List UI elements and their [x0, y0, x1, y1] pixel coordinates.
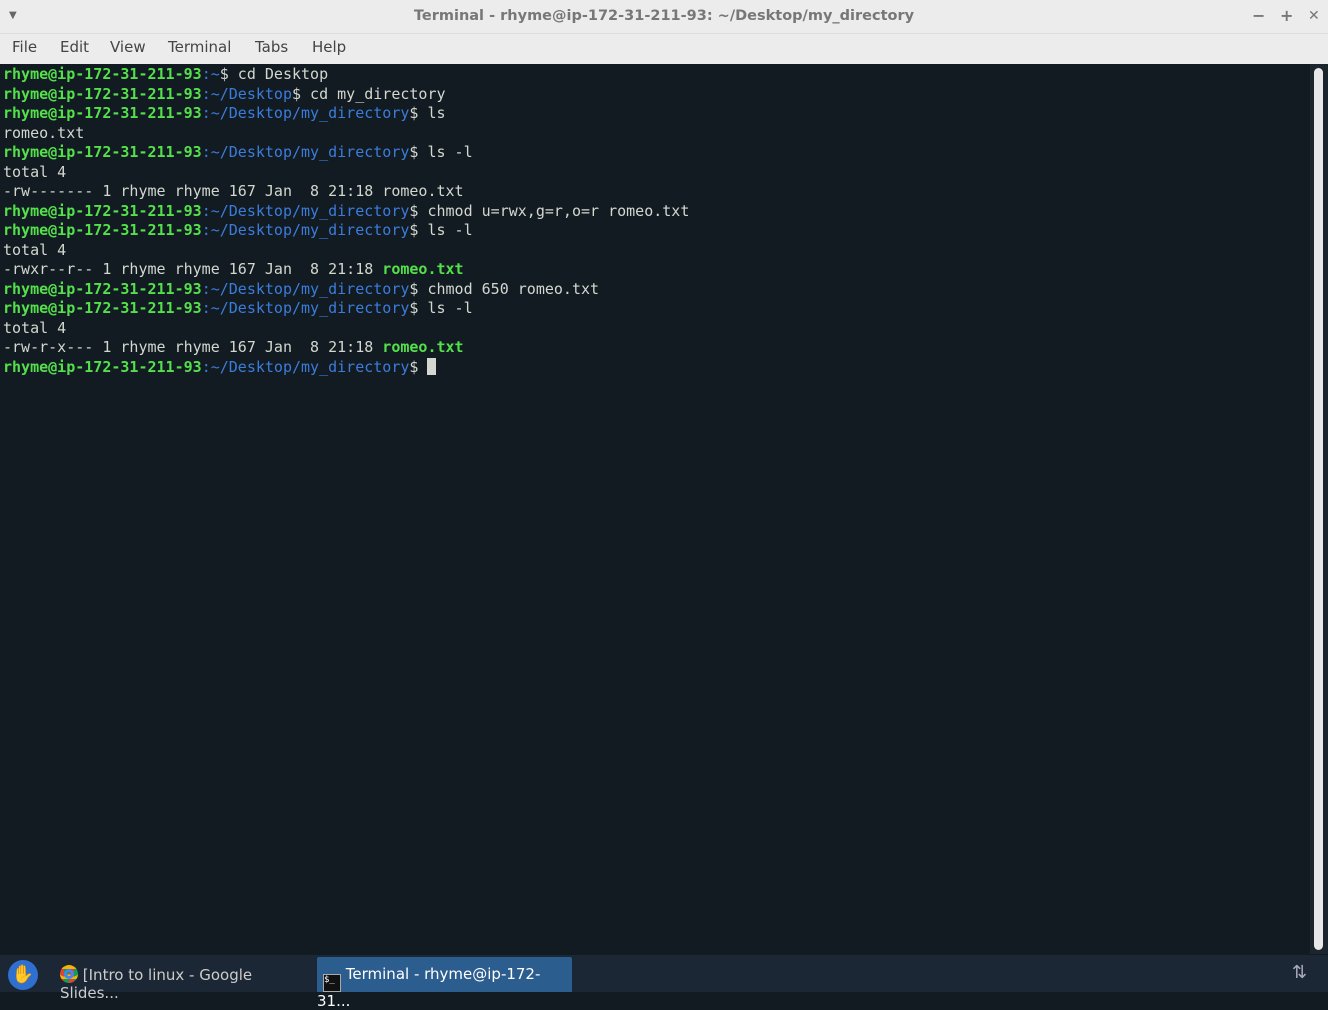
- terminal-text: -rw-r-x--- 1 rhyme rhyme 167 Jan 8 21:18: [3, 338, 383, 356]
- menu-help[interactable]: Help: [312, 38, 346, 56]
- prompt-path: :~/Desktop/my_directory: [201, 201, 410, 220]
- terminal-line: total 4: [3, 163, 1310, 183]
- prompt-path: :~/Desktop/my_directory: [201, 279, 410, 298]
- menu-tabs[interactable]: Tabs: [255, 38, 288, 56]
- terminal-icon: $_: [323, 974, 341, 992]
- terminal-line: romeo.txt: [3, 124, 1310, 144]
- prompt-user-host: rhyme@ip-172-31-211-93: [3, 104, 202, 122]
- prompt-user-host: rhyme@ip-172-31-211-93: [3, 279, 202, 298]
- terminal-line: total 4: [3, 241, 1310, 261]
- app-menu-icon[interactable]: ✋: [8, 960, 38, 990]
- prompt-path: :~: [201, 65, 220, 83]
- menu-bar: File Edit View Terminal Tabs Help: [0, 34, 1328, 64]
- minimize-button[interactable]: −: [1252, 6, 1265, 25]
- terminal-line: total 4: [3, 319, 1310, 339]
- prompt-user-host: romeo.txt: [382, 260, 464, 278]
- terminal-text: $ cd Desktop: [219, 65, 329, 83]
- terminal-line: rhyme@ip-172-31-211-93:~/Desktop/my_dire…: [3, 280, 1310, 300]
- taskbar-item-terminal[interactable]: $_ Terminal - rhyme@ip-172-31...: [317, 957, 572, 1010]
- taskbar-item-label: [Intro to linux - Google Slides...: [60, 966, 253, 1002]
- terminal-text: $ ls: [409, 104, 446, 122]
- terminal-line: rhyme@ip-172-31-211-93:~$ cd Desktop: [3, 65, 1310, 85]
- terminal-text: -rw------- 1 rhyme rhyme 167 Jan 8 21:18…: [3, 182, 464, 200]
- chrome-icon: [60, 965, 78, 983]
- prompt-path: :~/Desktop/my_directory: [201, 104, 410, 122]
- terminal-line: -rw-r-x--- 1 rhyme rhyme 167 Jan 8 21:18…: [3, 338, 1310, 358]
- prompt-path: :~/Desktop/my_directory: [201, 143, 410, 161]
- terminal-line: rhyme@ip-172-31-211-93:~/Desktop/my_dire…: [3, 221, 1310, 241]
- terminal-line: -rw------- 1 rhyme rhyme 167 Jan 8 21:18…: [3, 182, 1310, 202]
- terminal-line: -rwxr--r-- 1 rhyme rhyme 167 Jan 8 21:18…: [3, 260, 1310, 280]
- text-cursor: [427, 357, 437, 375]
- taskbar-item-label: Terminal - rhyme@ip-172-31...: [317, 965, 541, 1010]
- terminal-text: $ ls -l: [409, 143, 473, 161]
- prompt-user-host: rhyme@ip-172-31-211-93: [3, 143, 202, 161]
- taskbar: ✋ [Intro to linux - Google Slides... $_ …: [0, 955, 1328, 1010]
- terminal-text: $ ls -l: [409, 299, 473, 317]
- prompt-user-host: rhyme@ip-172-31-211-93: [3, 299, 202, 317]
- terminal-text: total 4: [3, 162, 67, 181]
- prompt-path: :~/Desktop: [201, 84, 292, 103]
- prompt-path: :~/Desktop/my_directory: [201, 357, 410, 376]
- terminal-text: $: [409, 357, 428, 376]
- window-title: Terminal - rhyme@ip-172-31-211-93: ~/Des…: [413, 8, 915, 24]
- terminal-text: romeo.txt: [3, 123, 85, 142]
- terminal-text: total 4: [3, 318, 67, 337]
- scrollbar[interactable]: [1310, 64, 1328, 954]
- network-icon[interactable]: ⇅: [1292, 962, 1307, 983]
- menu-edit[interactable]: Edit: [60, 38, 89, 56]
- prompt-user-host: rhyme@ip-172-31-211-93: [3, 357, 202, 376]
- prompt-user-host: rhyme@ip-172-31-211-93: [3, 221, 202, 239]
- terminal-line: rhyme@ip-172-31-211-93:~/Desktop/my_dire…: [3, 357, 1310, 378]
- title-bar: ▼ Terminal - rhyme@ip-172-31-211-93: ~/D…: [0, 0, 1328, 34]
- terminal-line: rhyme@ip-172-31-211-93:~/Desktop/my_dire…: [3, 202, 1310, 222]
- taskbar-item-chrome[interactable]: [Intro to linux - Google Slides...: [60, 957, 312, 1002]
- menu-view[interactable]: View: [110, 38, 146, 56]
- terminal-line: rhyme@ip-172-31-211-93:~/Desktop/my_dire…: [3, 143, 1310, 163]
- terminal-text: $ chmod 650 romeo.txt: [409, 279, 600, 298]
- prompt-user-host: rhyme@ip-172-31-211-93: [3, 201, 202, 220]
- terminal-text: total 4: [3, 240, 67, 259]
- maximize-button[interactable]: +: [1280, 6, 1293, 25]
- terminal-text: $ cd my_directory: [292, 84, 446, 103]
- terminal-text: -rwxr--r-- 1 rhyme rhyme 167 Jan 8 21:18: [3, 260, 383, 278]
- scrollbar-thumb[interactable]: [1314, 68, 1323, 950]
- prompt-user-host: rhyme@ip-172-31-211-93: [3, 65, 202, 83]
- terminal-text: $ ls -l: [409, 221, 473, 239]
- prompt-user-host: rhyme@ip-172-31-211-93: [3, 84, 202, 103]
- close-button[interactable]: ✕: [1308, 8, 1320, 24]
- terminal-text: $ chmod u=rwx,g=r,o=r romeo.txt: [409, 201, 690, 220]
- terminal-line: rhyme@ip-172-31-211-93:~/Desktop$ cd my_…: [3, 85, 1310, 105]
- terminal-output[interactable]: rhyme@ip-172-31-211-93:~$ cd Desktop rhym…: [0, 64, 1310, 954]
- prompt-path: :~/Desktop/my_directory: [201, 299, 410, 317]
- prompt-path: :~/Desktop/my_directory: [201, 221, 410, 239]
- prompt-user-host: romeo.txt: [382, 338, 464, 356]
- terminal-line: rhyme@ip-172-31-211-93:~/Desktop/my_dire…: [3, 104, 1310, 124]
- menu-terminal[interactable]: Terminal: [168, 38, 231, 56]
- terminal-line: rhyme@ip-172-31-211-93:~/Desktop/my_dire…: [3, 299, 1310, 319]
- menu-file[interactable]: File: [12, 38, 37, 56]
